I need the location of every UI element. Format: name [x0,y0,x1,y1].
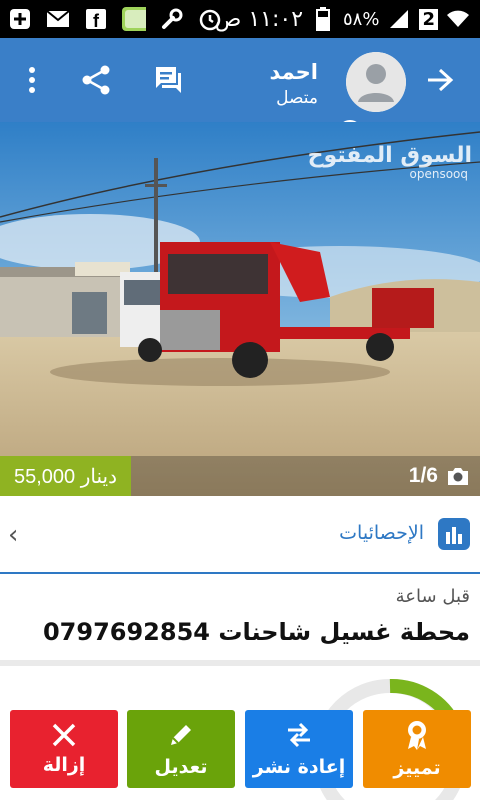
sim-number-icon: 2 [419,7,438,31]
chat-icon [156,67,181,93]
app-bar: احمد متصل [0,38,480,144]
edit-button[interactable]: تعديل [127,710,235,788]
repost-button[interactable]: إعادة نشر [245,710,353,788]
statistics-icon [438,518,470,550]
battery-icon [311,7,335,31]
watermark-arabic: السوق المفتوح [308,143,472,168]
close-icon [52,723,76,747]
wrench-icon [160,7,184,31]
photo-counter-text: 1/6 [408,464,438,487]
status-bar: f ١١:٠٢ ص ٥٨% 2 [0,0,480,38]
more-vert-icon [29,67,35,93]
photo-counter[interactable]: 1/6 [409,456,470,496]
edit-button-label: تعديل [154,756,208,778]
price-badge: 55,000 دينار [0,456,131,496]
user-name[interactable]: احمد [269,60,318,84]
back-arrow-icon [428,68,454,92]
signal-icon [387,7,411,31]
camera-icon [448,468,468,485]
status-time: ١١:٠٢ ص [214,6,304,32]
avatar-icon [346,52,406,112]
chat-button[interactable] [148,38,188,122]
feature-button[interactable]: تمييز [363,710,471,788]
chevron-left-icon: ‹ [8,520,19,550]
remove-button-label: إزالة [42,754,86,776]
statistics-label: الإحصائيات [339,522,424,544]
share-button[interactable] [76,38,116,122]
truck-photo: السوق المفتوح opensooq [0,122,480,496]
wifi-icon [446,7,470,31]
repost-button-label: إعادة نشر [252,756,346,778]
facebook-icon: f [84,7,108,31]
ad-title: محطة غسيل شاحنات 0797692854 [42,618,470,646]
remove-button[interactable]: إزالة [10,710,118,788]
statistics-row[interactable]: الإحصائيات ‹ [0,496,480,574]
add-notification-icon [8,7,32,31]
avatar[interactable] [346,52,406,112]
share-icon [82,65,110,95]
battery-percent: ٥٨% [343,8,380,30]
award-icon [408,721,426,750]
edit-icon [171,725,191,745]
feature-button-label: تمييز [393,757,441,779]
more-menu-button[interactable] [16,38,48,122]
repost-icon [288,722,310,748]
svg-text:f: f [93,11,100,29]
ad-photo[interactable]: السوق المفتوح opensooq [0,122,480,496]
mail-icon [46,7,70,31]
watermark-latin: opensooq [410,167,469,181]
back-button[interactable] [418,38,462,122]
user-status: متصل [276,88,318,108]
posted-time: قبل ساعة [395,586,470,607]
sim-number: 2 [419,8,438,30]
opensooq-app-icon [122,7,146,31]
ad-info: قبل ساعة محطة غسيل شاحنات 0797692854 [0,574,480,660]
